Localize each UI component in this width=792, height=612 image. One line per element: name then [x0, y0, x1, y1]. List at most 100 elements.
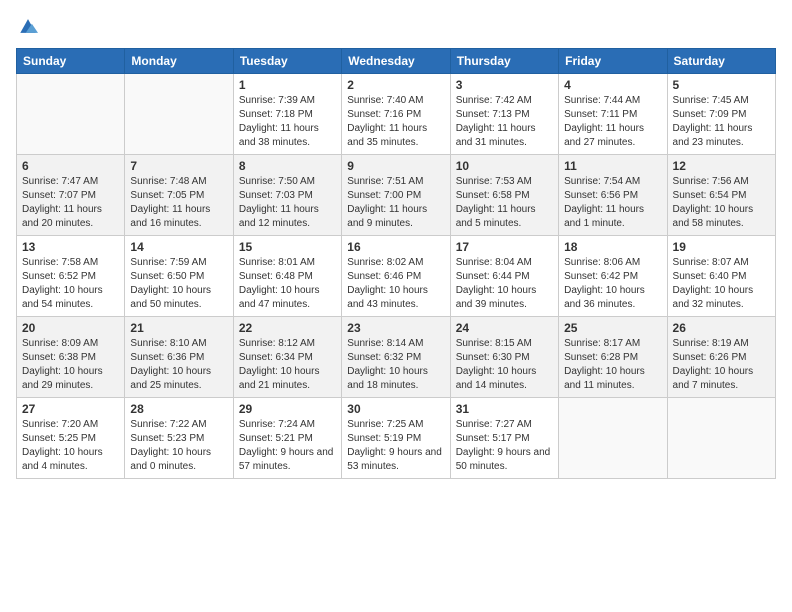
header-row: SundayMondayTuesdayWednesdayThursdayFrid… [17, 49, 776, 74]
column-header-monday: Monday [125, 49, 233, 74]
day-number: 19 [673, 240, 770, 254]
day-info: Sunrise: 7:44 AM Sunset: 7:11 PM Dayligh… [564, 94, 661, 150]
day-cell: 2Sunrise: 7:40 AM Sunset: 7:16 PM Daylig… [342, 74, 450, 155]
day-info: Sunrise: 8:14 AM Sunset: 6:32 PM Dayligh… [347, 337, 444, 393]
day-number: 7 [130, 159, 227, 173]
day-info: Sunrise: 7:56 AM Sunset: 6:54 PM Dayligh… [673, 175, 770, 231]
day-number: 20 [22, 321, 119, 335]
day-cell: 3Sunrise: 7:42 AM Sunset: 7:13 PM Daylig… [450, 74, 558, 155]
day-cell: 16 Sunrise: 8:02 AM Sunset: 6:46 PM Dayli… [342, 236, 450, 317]
day-info: Sunrise: 7:20 AM Sunset: 5:25 PM Dayligh… [22, 418, 119, 474]
day-info: Sunrise: 8:10 AM Sunset: 6:36 PM Dayligh… [130, 337, 227, 393]
day-number: 18 [564, 240, 661, 254]
day-info: Sunrise: 7:22 AM Sunset: 5:23 PM Dayligh… [130, 418, 227, 474]
day-info: Sunrise: 7:51 AM Sunset: 7:00 PM Dayligh… [347, 175, 444, 231]
day-info: Sunrise: 8:04 AM Sunset: 6:44 PM Dayligh… [456, 256, 553, 312]
day-info: Sunrise: 7:53 AM Sunset: 6:58 PM Dayligh… [456, 175, 553, 231]
day-number: 23 [347, 321, 444, 335]
day-info: Sunrise: 7:48 AM Sunset: 7:05 PM Dayligh… [130, 175, 227, 231]
day-number: 15 [239, 240, 336, 254]
day-info: Sunrise: 8:15 AM Sunset: 6:30 PM Dayligh… [456, 337, 553, 393]
day-cell [667, 398, 775, 479]
day-cell: 23 Sunrise: 8:14 AM Sunset: 6:32 PM Dayli… [342, 317, 450, 398]
day-cell [125, 74, 233, 155]
day-info: Sunrise: 8:07 AM Sunset: 6:40 PM Dayligh… [673, 256, 770, 312]
day-info: Sunrise: 7:50 AM Sunset: 7:03 PM Dayligh… [239, 175, 336, 231]
day-info: Sunrise: 7:27 AM Sunset: 5:17 PM Dayligh… [456, 418, 553, 474]
week-row-5: 27 Sunrise: 7:20 AM Sunset: 5:25 PM Dayli… [17, 398, 776, 479]
day-cell: 13 Sunrise: 7:58 AM Sunset: 6:52 PM Dayli… [17, 236, 125, 317]
logo [16, 16, 44, 36]
day-info: Sunrise: 7:54 AM Sunset: 6:56 PM Dayligh… [564, 175, 661, 231]
day-number: 21 [130, 321, 227, 335]
day-number: 25 [564, 321, 661, 335]
day-cell: 15 Sunrise: 8:01 AM Sunset: 6:48 PM Dayli… [233, 236, 341, 317]
day-number: 27 [22, 402, 119, 416]
day-number: 10 [456, 159, 553, 173]
logo-icon [16, 16, 40, 36]
day-cell: 20 Sunrise: 8:09 AM Sunset: 6:38 PM Dayli… [17, 317, 125, 398]
day-info: Sunrise: 8:12 AM Sunset: 6:34 PM Dayligh… [239, 337, 336, 393]
day-info: Sunrise: 7:45 AM Sunset: 7:09 PM Dayligh… [673, 94, 770, 150]
day-number: 24 [456, 321, 553, 335]
day-cell: 6 Sunrise: 7:47 AM Sunset: 7:07 PM Daylig… [17, 155, 125, 236]
day-cell: 12 Sunrise: 7:56 AM Sunset: 6:54 PM Dayli… [667, 155, 775, 236]
day-number: 1 [239, 78, 336, 92]
day-cell: 22Sunrise: 8:12 AM Sunset: 6:34 PM Dayli… [233, 317, 341, 398]
day-info: Sunrise: 8:09 AM Sunset: 6:38 PM Dayligh… [22, 337, 119, 393]
day-number: 14 [130, 240, 227, 254]
day-cell: 4 Sunrise: 7:44 AM Sunset: 7:11 PM Daylig… [559, 74, 667, 155]
day-number: 12 [673, 159, 770, 173]
day-cell: 27 Sunrise: 7:20 AM Sunset: 5:25 PM Dayli… [17, 398, 125, 479]
day-cell: 31 Sunrise: 7:27 AM Sunset: 5:17 PM Dayli… [450, 398, 558, 479]
day-info: Sunrise: 8:17 AM Sunset: 6:28 PM Dayligh… [564, 337, 661, 393]
header [16, 16, 776, 36]
calendar: SundayMondayTuesdayWednesdayThursdayFrid… [16, 48, 776, 479]
day-number: 8 [239, 159, 336, 173]
day-cell: 28 Sunrise: 7:22 AM Sunset: 5:23 PM Dayli… [125, 398, 233, 479]
day-cell: 30 Sunrise: 7:25 AM Sunset: 5:19 PM Dayli… [342, 398, 450, 479]
day-number: 2 [347, 78, 444, 92]
day-number: 11 [564, 159, 661, 173]
day-cell: 25 Sunrise: 8:17 AM Sunset: 6:28 PM Dayli… [559, 317, 667, 398]
day-cell: 8 Sunrise: 7:50 AM Sunset: 7:03 PM Daylig… [233, 155, 341, 236]
column-header-wednesday: Wednesday [342, 49, 450, 74]
day-cell: 26 Sunrise: 8:19 AM Sunset: 6:26 PM Dayli… [667, 317, 775, 398]
column-header-friday: Friday [559, 49, 667, 74]
day-cell: 10 Sunrise: 7:53 AM Sunset: 6:58 PM Dayli… [450, 155, 558, 236]
day-number: 4 [564, 78, 661, 92]
day-cell: 29Sunrise: 7:24 AM Sunset: 5:21 PM Dayli… [233, 398, 341, 479]
day-info: Sunrise: 7:24 AM Sunset: 5:21 PM Dayligh… [239, 418, 336, 474]
day-info: Sunrise: 7:25 AM Sunset: 5:19 PM Dayligh… [347, 418, 444, 474]
day-number: 13 [22, 240, 119, 254]
column-header-sunday: Sunday [17, 49, 125, 74]
day-info: Sunrise: 8:02 AM Sunset: 6:46 PM Dayligh… [347, 256, 444, 312]
day-cell: 18Sunrise: 8:06 AM Sunset: 6:42 PM Dayli… [559, 236, 667, 317]
day-number: 30 [347, 402, 444, 416]
day-cell: 24 Sunrise: 8:15 AM Sunset: 6:30 PM Dayli… [450, 317, 558, 398]
day-number: 17 [456, 240, 553, 254]
day-info: Sunrise: 7:59 AM Sunset: 6:50 PM Dayligh… [130, 256, 227, 312]
day-cell [559, 398, 667, 479]
day-cell: 9 Sunrise: 7:51 AM Sunset: 7:00 PM Daylig… [342, 155, 450, 236]
day-number: 9 [347, 159, 444, 173]
day-info: Sunrise: 7:39 AM Sunset: 7:18 PM Dayligh… [239, 94, 336, 150]
day-number: 31 [456, 402, 553, 416]
day-number: 16 [347, 240, 444, 254]
day-info: Sunrise: 7:47 AM Sunset: 7:07 PM Dayligh… [22, 175, 119, 231]
day-number: 5 [673, 78, 770, 92]
column-header-tuesday: Tuesday [233, 49, 341, 74]
week-row-2: 6 Sunrise: 7:47 AM Sunset: 7:07 PM Daylig… [17, 155, 776, 236]
day-cell: 1 Sunrise: 7:39 AM Sunset: 7:18 PM Daylig… [233, 74, 341, 155]
column-header-saturday: Saturday [667, 49, 775, 74]
day-info: Sunrise: 7:58 AM Sunset: 6:52 PM Dayligh… [22, 256, 119, 312]
day-cell [17, 74, 125, 155]
day-number: 28 [130, 402, 227, 416]
day-number: 26 [673, 321, 770, 335]
day-info: Sunrise: 8:19 AM Sunset: 6:26 PM Dayligh… [673, 337, 770, 393]
day-info: Sunrise: 8:01 AM Sunset: 6:48 PM Dayligh… [239, 256, 336, 312]
day-number: 6 [22, 159, 119, 173]
column-header-thursday: Thursday [450, 49, 558, 74]
day-cell: 21 Sunrise: 8:10 AM Sunset: 6:36 PM Dayli… [125, 317, 233, 398]
day-cell: 14 Sunrise: 7:59 AM Sunset: 6:50 PM Dayli… [125, 236, 233, 317]
